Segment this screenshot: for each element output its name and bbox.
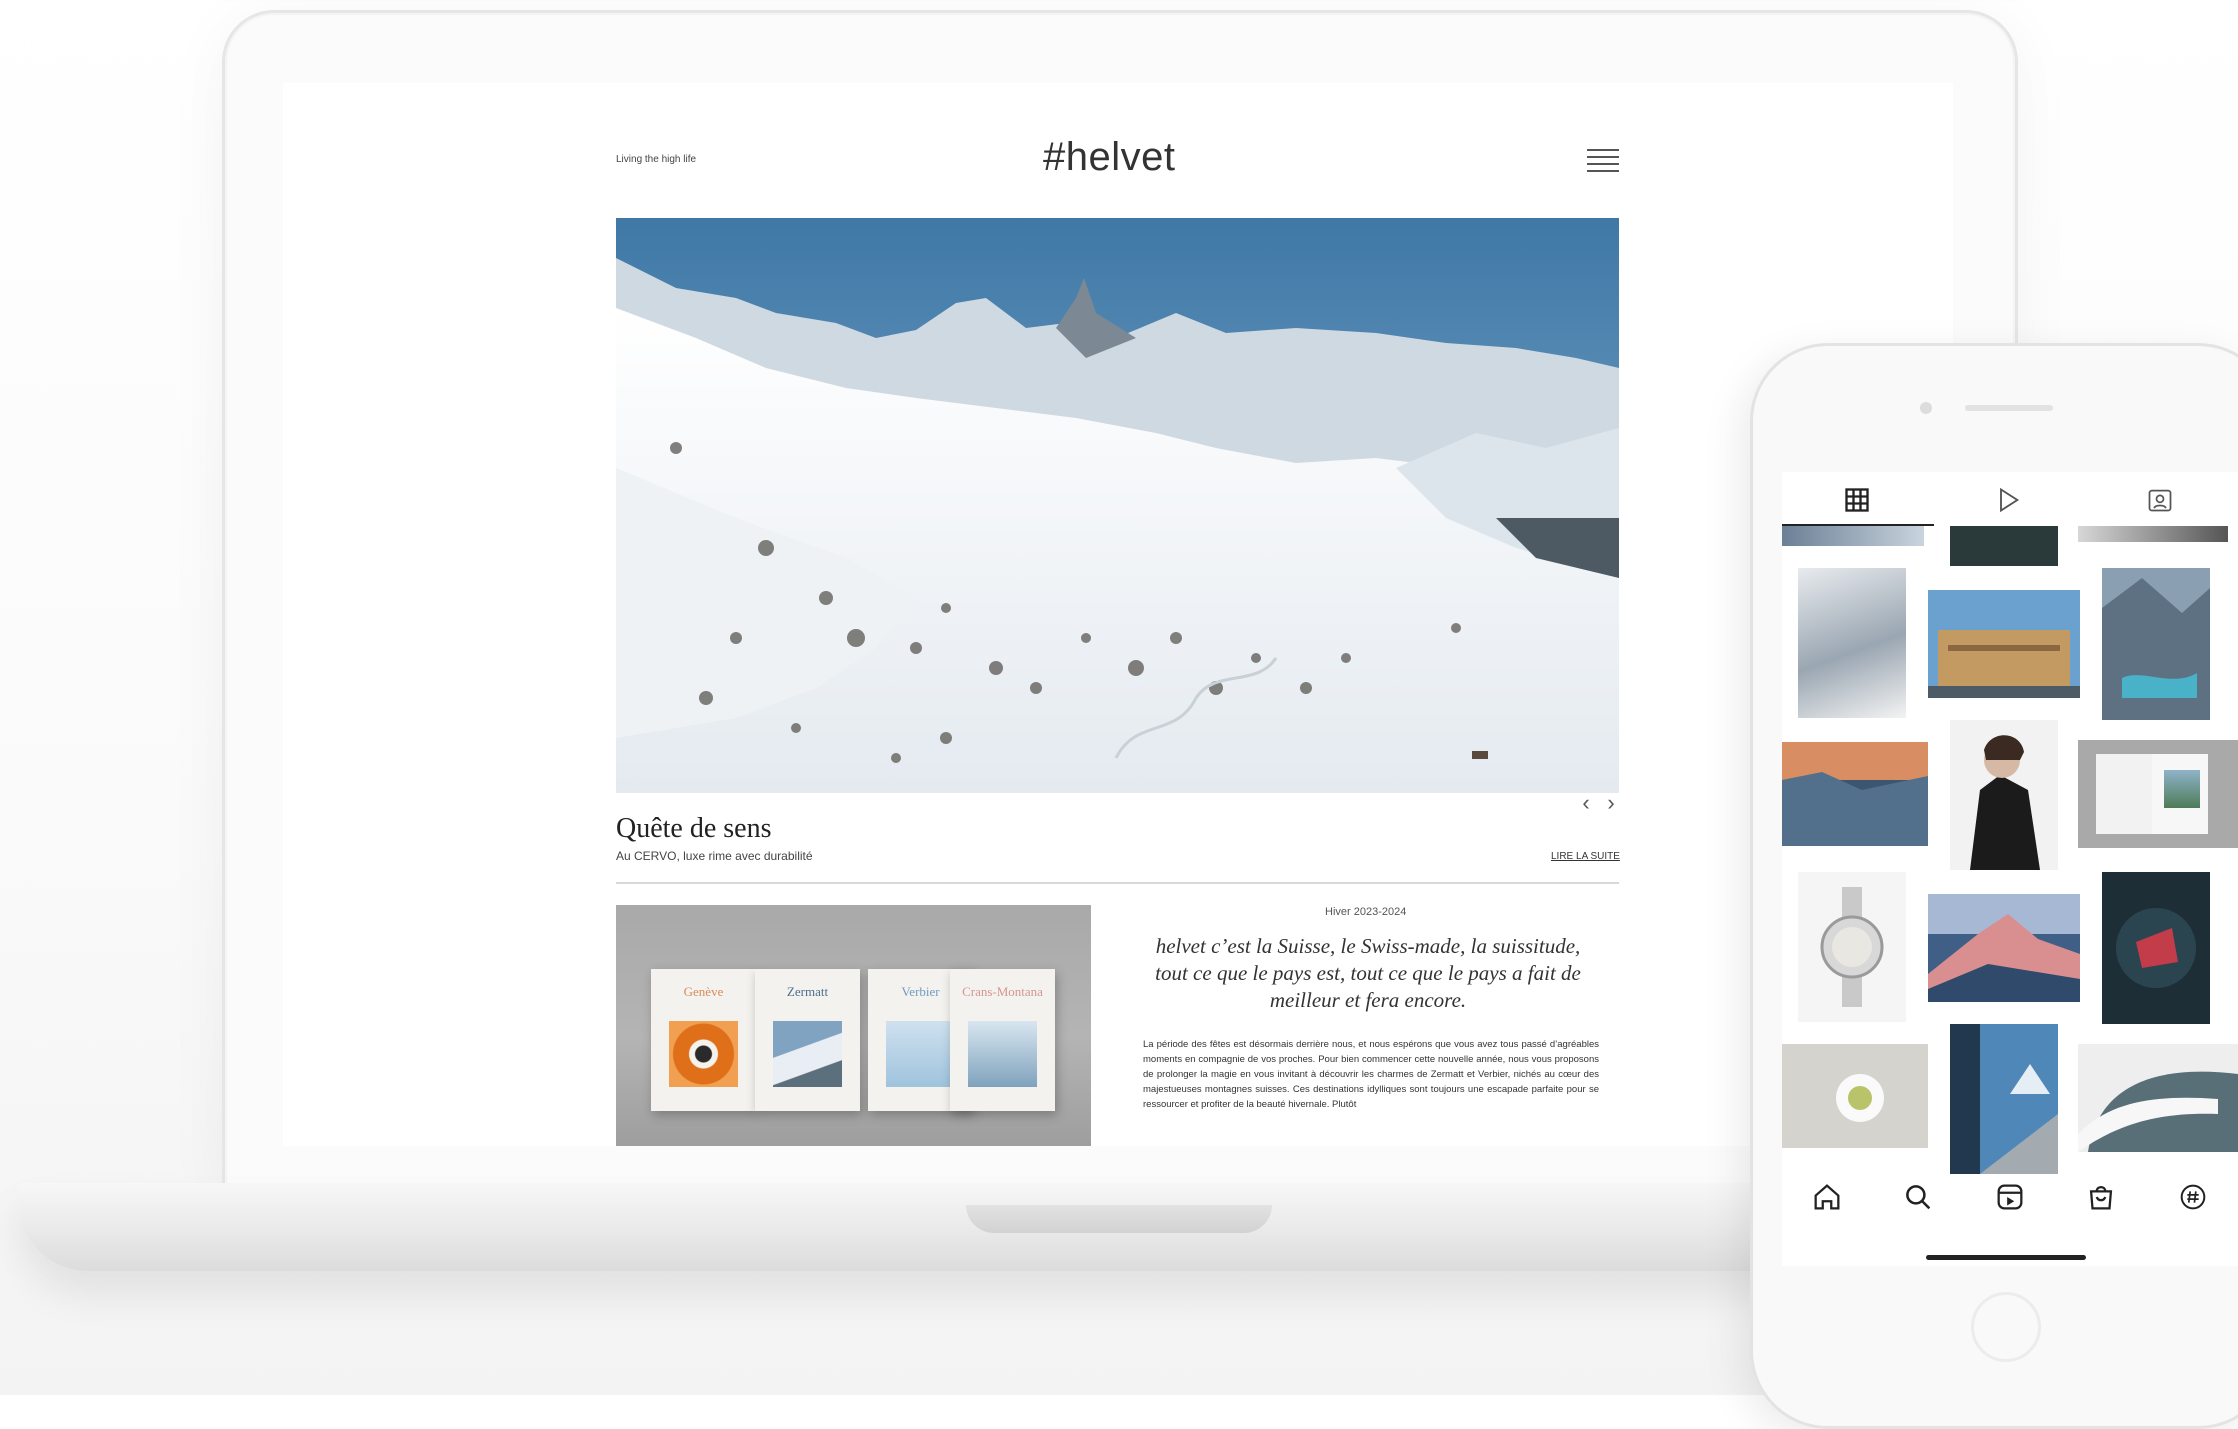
slider-prev-button[interactable]: ‹ [1576,790,1596,816]
phone-home-button[interactable] [1971,1292,2041,1362]
home-icon[interactable] [1810,1180,1844,1214]
site-tagline: Living the high life [616,154,697,165]
grid-post[interactable] [1928,590,2080,698]
tagged-icon[interactable] [2140,482,2180,518]
grid-post[interactable] [2102,872,2210,1024]
search-icon[interactable] [1901,1180,1935,1214]
grid-post[interactable] [1782,1044,1928,1148]
grid-post[interactable] [1928,894,2080,1002]
grid-post[interactable] [1950,720,2058,870]
shop-icon[interactable] [2084,1180,2118,1214]
magazine-title: Genève [683,984,724,999]
laptop-notch [966,1205,1272,1233]
read-more-link[interactable]: LIRE LA SUITE [1551,851,1620,862]
article-subtitle: Au CERVO, luxe rime avec durabilité [616,849,813,863]
hamburger-menu-icon[interactable] [1587,149,1619,175]
laptop-screen: Living the high life #helvet ‹ › Quête d… [283,83,1953,1146]
magazine-title: Crans-Montana [962,984,1043,999]
site-logo[interactable]: #helvet [1043,135,1175,180]
lead-quote: helvet c’est la Suisse, le Swiss-made, l… [1155,934,1581,1012]
grid-post[interactable] [1798,568,1906,718]
slider-next-button[interactable]: › [1601,790,1621,816]
home-indicator [1926,1255,2086,1260]
grid-post[interactable] [1950,526,2058,566]
article-title[interactable]: Quête de sens [616,813,772,845]
grid-post[interactable] [2078,740,2238,848]
phone-screen [1782,472,2238,1266]
phone-speaker [1965,405,2053,411]
phone-camera [1920,402,1932,414]
magazine-title: Zermatt [786,984,829,999]
grid-post[interactable] [1798,872,1906,1022]
magazine-cover: Crans-Montana [950,969,1055,1111]
grid-post[interactable] [2078,1044,2238,1152]
magazine-cover: Zermatt [755,969,860,1111]
divider [616,882,1619,884]
reels-play-icon[interactable] [1988,482,2028,518]
grid-icon[interactable] [1837,482,1877,518]
grid-post[interactable] [1950,1024,2058,1174]
grid-post[interactable] [1782,526,1924,546]
editorial-body: La période des fêtes est désormais derri… [1143,1039,1599,1110]
profile-icon[interactable] [2176,1180,2210,1214]
issue-season: Hiver 2023-2024 [1325,906,1407,918]
hero-image-mountains[interactable] [616,218,1619,793]
magazines-image[interactable]: Genève Zermatt Verbier Crans-Montana [616,905,1091,1146]
magazine-cover: Genève [651,969,756,1111]
grid-post[interactable] [2078,526,2228,542]
reels-icon[interactable] [1993,1180,2027,1214]
grid-post[interactable] [1782,742,1928,846]
grid-post[interactable] [2102,568,2210,720]
